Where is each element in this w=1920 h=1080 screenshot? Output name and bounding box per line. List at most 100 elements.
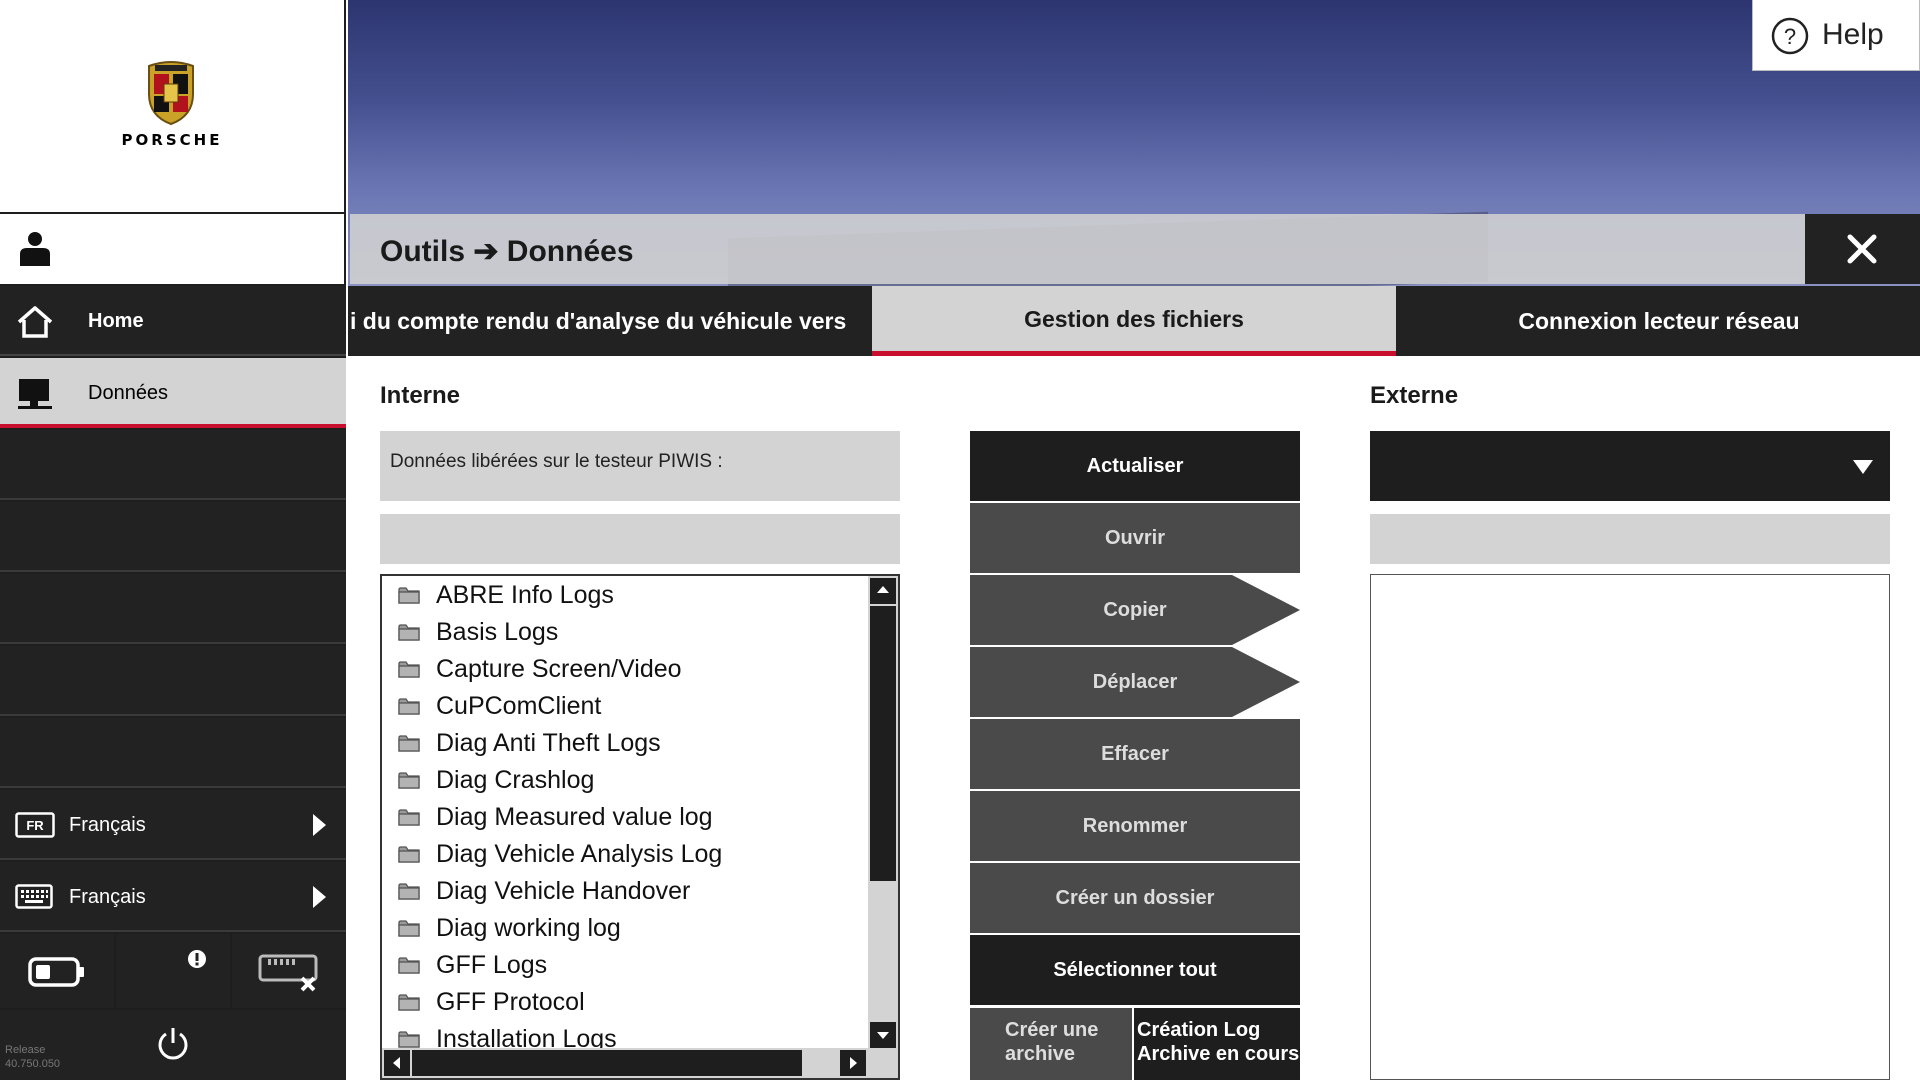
- help-icon: ?: [1771, 17, 1809, 55]
- create-archive-label-2: archive: [1005, 1043, 1076, 1065]
- scrollbar-thumb[interactable]: [870, 606, 896, 881]
- keyboard-icon: [15, 884, 53, 909]
- battery-status[interactable]: [0, 934, 114, 1008]
- user-profile-button[interactable]: [0, 214, 344, 284]
- delete-button[interactable]: Effacer: [970, 719, 1300, 789]
- folder-icon: [398, 808, 420, 831]
- vci-disconnected-icon: [258, 954, 318, 992]
- open-button[interactable]: Ouvrir: [970, 503, 1300, 573]
- language-flag-icon: FR: [15, 812, 55, 838]
- folder-icon: [398, 845, 420, 868]
- release-label: Release: [5, 1044, 46, 1056]
- help-button[interactable]: ? Help: [1752, 0, 1920, 71]
- scrollbar-thumb[interactable]: [412, 1050, 802, 1076]
- folder-icon: [398, 993, 420, 1016]
- notification-status[interactable]: [116, 934, 230, 1008]
- file-list-item-label: GFF Protocol: [436, 988, 585, 1016]
- language-badge-text: FR: [26, 818, 44, 833]
- rename-button[interactable]: Renommer: [970, 791, 1300, 861]
- chevron-right-icon: [313, 886, 326, 908]
- power-icon[interactable]: [156, 1026, 190, 1062]
- scroll-up-button[interactable]: [870, 578, 896, 604]
- folder-icon: [398, 771, 420, 794]
- external-section-title: Externe: [1370, 382, 1459, 409]
- folder-icon: [398, 956, 420, 979]
- log-archive-label-1: Création Log: [1137, 1019, 1261, 1041]
- horizontal-scrollbar[interactable]: [382, 1048, 898, 1078]
- internal-info-box: Données libérées sur le testeur PIWIS :: [380, 431, 900, 501]
- page-title-bar: Outils ➔ Données: [350, 214, 1805, 284]
- tab-network-drive[interactable]: Connexion lecteur réseau: [1398, 286, 1920, 356]
- brand-wordmark: PORSCHE: [121, 131, 223, 149]
- keyboard-layout-selector[interactable]: Français: [0, 862, 346, 932]
- create-folder-button[interactable]: Créer un dossier: [970, 863, 1300, 933]
- tab-vehicle-analysis-report[interactable]: i du compte rendu d'analyse du véhicule …: [348, 286, 870, 356]
- folder-icon: [398, 882, 420, 905]
- select-all-button[interactable]: Sélectionner tout: [970, 935, 1300, 1005]
- external-path-bar: [1370, 514, 1890, 564]
- keyboard-layout-label: Français: [69, 886, 146, 908]
- sidebar: PORSCHE Home Données FR Français Françai…: [0, 0, 346, 1080]
- file-list-item-label: CuPComClient: [436, 692, 602, 720]
- sidebar-item-label: Home: [88, 310, 144, 332]
- scroll-down-button[interactable]: [870, 1022, 896, 1048]
- page-title: Outils ➔ Données: [380, 235, 634, 268]
- file-list-item-label: GFF Logs: [436, 951, 548, 979]
- create-archive-button[interactable]: Créer une archive: [970, 1008, 1132, 1080]
- language-label: Français: [69, 814, 146, 836]
- logo-area: PORSCHE: [0, 0, 344, 212]
- tab-bar: i du compte rendu d'analyse du véhicule …: [348, 286, 1920, 356]
- arrow-up-icon: [877, 586, 889, 593]
- help-label: Help: [1822, 18, 1884, 51]
- arrow-left-icon: [393, 1057, 400, 1069]
- arrow-down-icon: [877, 1032, 889, 1039]
- folder-icon: [398, 623, 420, 646]
- arrow-right-icon: [850, 1057, 857, 1069]
- folder-icon: [398, 734, 420, 757]
- tab-label: Gestion des fichiers: [1024, 306, 1244, 332]
- language-selector[interactable]: FR Français: [0, 790, 346, 860]
- folder-computer-icon: [18, 379, 52, 409]
- sidebar-item-label: Données: [88, 382, 169, 404]
- tab-label: i du compte rendu d'analyse du véhicule …: [350, 308, 847, 334]
- sidebar-empty-slot: [0, 718, 346, 788]
- folder-icon: [398, 919, 420, 942]
- external-drive-select[interactable]: [1370, 431, 1890, 501]
- create-archive-label-1: Créer une: [1005, 1019, 1099, 1041]
- sidebar-item-donnees[interactable]: Données: [0, 358, 346, 428]
- internal-file-list[interactable]: ABRE Info Logs Basis Logs Capture Screen/V…: [380, 574, 900, 1080]
- file-list-item-label: Diag Crashlog: [436, 766, 595, 794]
- vci-connection-status[interactable]: [232, 934, 346, 1008]
- battery-icon: [28, 957, 84, 987]
- close-button[interactable]: [1805, 214, 1920, 284]
- file-list-item-label: Basis Logs: [436, 618, 559, 646]
- scroll-right-button[interactable]: [840, 1050, 866, 1076]
- dropdown-arrow-icon: [1853, 460, 1873, 474]
- file-list-item-label: ABRE Info Logs: [436, 581, 614, 609]
- file-list-item-label: Diag working log: [436, 914, 621, 942]
- release-number: 40.750.050: [5, 1058, 61, 1070]
- internal-info-text: Données libérées sur le testeur PIWIS :: [390, 451, 723, 472]
- tab-label: Connexion lecteur réseau: [1518, 308, 1800, 334]
- user-icon: [20, 232, 50, 266]
- sidebar-empty-slot: [0, 646, 346, 716]
- copy-button[interactable]: Copier: [970, 575, 1300, 645]
- sidebar-item-home[interactable]: Home: [0, 286, 346, 356]
- scroll-left-button[interactable]: [384, 1050, 410, 1076]
- log-archive-button[interactable]: Création Log Archive en cours: [1134, 1008, 1300, 1080]
- folder-icon: [398, 697, 420, 720]
- file-list-item-label: Diag Anti Theft Logs: [436, 729, 661, 757]
- alert-icon: [188, 950, 206, 968]
- external-file-list[interactable]: [1370, 574, 1890, 1080]
- log-archive-label-2: Archive en cours: [1137, 1043, 1300, 1065]
- sidebar-empty-slot: [0, 502, 346, 572]
- file-list-item-label: Diag Measured value log: [436, 803, 713, 831]
- move-button[interactable]: Déplacer: [970, 647, 1300, 717]
- refresh-button[interactable]: Actualiser: [970, 431, 1300, 501]
- porsche-crest-logo: [148, 61, 194, 126]
- vertical-scrollbar[interactable]: [868, 576, 898, 1050]
- internal-section-title: Interne: [380, 382, 461, 409]
- sidebar-empty-slot: [0, 430, 346, 500]
- svg-text:?: ?: [1784, 24, 1796, 49]
- tab-file-management[interactable]: Gestion des fichiers: [872, 286, 1396, 356]
